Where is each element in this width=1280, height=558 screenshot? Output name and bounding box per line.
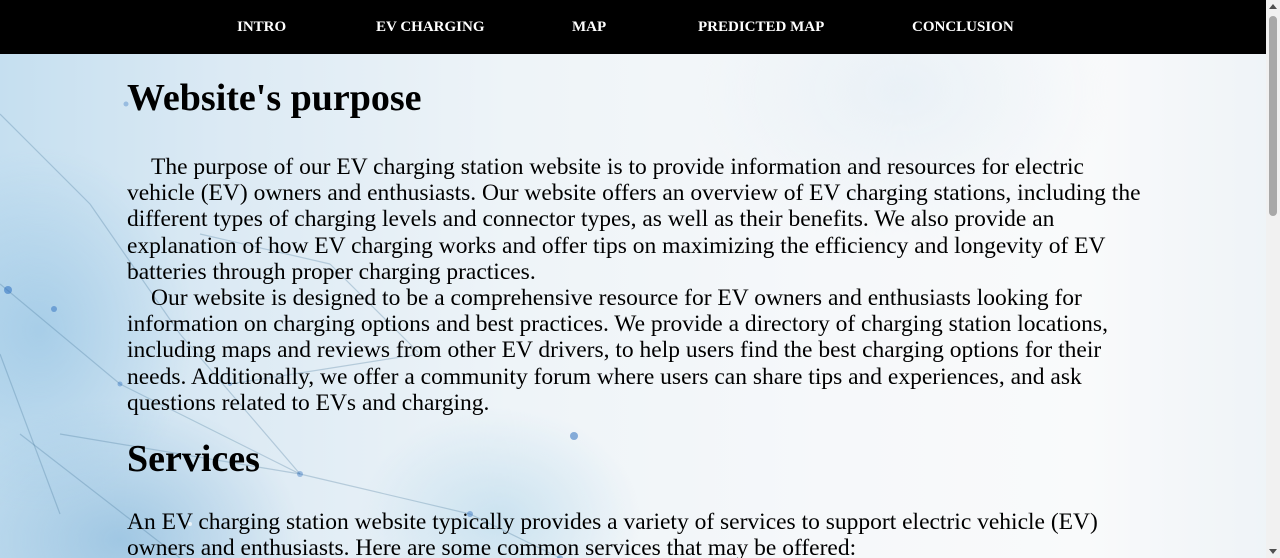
scroll-down-arrow-icon[interactable] <box>1269 549 1277 554</box>
nav-link-intro[interactable]: INTRO <box>237 0 286 54</box>
services-heading: Services <box>127 438 260 481</box>
nav-link-conclusion[interactable]: CONCLUSION <box>912 0 1014 54</box>
nav-link-predicted-map[interactable]: PREDICTED MAP <box>698 0 824 54</box>
nav-link-ev-charging[interactable]: EV CHARGING <box>376 0 485 54</box>
services-intro-paragraph: An EV charging station website typically… <box>127 509 1098 558</box>
nav-link-map[interactable]: MAP <box>572 0 606 54</box>
website-purpose-heading: Website's purpose <box>127 77 422 119</box>
top-navigation-bar: INTRO EV CHARGING MAP PREDICTED MAP CONC… <box>0 0 1266 54</box>
scrollbar-thumb[interactable] <box>1269 16 1277 216</box>
website-purpose-section: Website's purpose The purpose of our EV … <box>127 78 1147 416</box>
main-content: Website's purpose The purpose of our EV … <box>127 54 1147 558</box>
scroll-up-arrow-icon[interactable] <box>1269 4 1277 9</box>
purpose-paragraph-2: Our website is designed to be a comprehe… <box>127 285 1108 416</box>
services-section: Services An EV charging station website … <box>127 439 1147 558</box>
purpose-paragraph-1: The purpose of our EV charging station w… <box>127 154 1141 285</box>
vertical-scrollbar[interactable] <box>1266 0 1280 558</box>
